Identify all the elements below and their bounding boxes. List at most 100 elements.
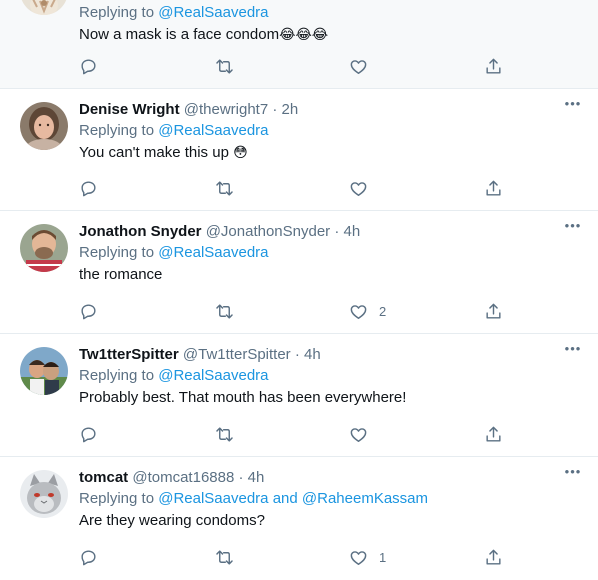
separator-dot: · — [272, 101, 278, 118]
like-button[interactable] — [349, 56, 379, 76]
tweet-actions — [79, 56, 509, 76]
share-button[interactable] — [484, 301, 503, 321]
timestamp[interactable]: 4h — [344, 223, 361, 240]
separator-dot: · — [294, 346, 300, 363]
tweet-text: the romance — [79, 266, 163, 283]
like-button[interactable]: 1 — [349, 547, 386, 567]
replying-and: and — [272, 490, 298, 507]
reply-icon — [81, 303, 96, 319]
share-button[interactable] — [484, 56, 503, 76]
like-icon — [350, 550, 367, 565]
tweet-actions — [79, 424, 509, 444]
display-name[interactable]: Tw1tterSpitter — [79, 346, 179, 363]
retweet-icon — [216, 58, 233, 74]
tweet-actions: 2 — [79, 301, 509, 321]
tweet-text: Are they wearing condoms? — [79, 512, 265, 529]
reply-tweet[interactable]: Replying to @RealSaavedra Now a mask is … — [0, 0, 598, 89]
like-count: 2 — [379, 303, 387, 319]
replying-to: Replying to @RealSaavedra — [79, 244, 269, 261]
like-button[interactable]: 2 — [349, 301, 386, 321]
tweet-actions — [79, 178, 509, 198]
display-name[interactable]: tomcat — [79, 469, 128, 486]
like-button[interactable] — [349, 424, 379, 444]
display-name[interactable]: Denise Wright — [79, 101, 180, 118]
retweet-button[interactable] — [215, 301, 234, 321]
share-icon — [486, 180, 501, 196]
avatar[interactable] — [20, 347, 68, 395]
more-options-icon[interactable]: ••• — [563, 97, 583, 110]
retweet-icon — [216, 180, 233, 196]
reply-tweet[interactable]: Tw1tterSpitter @Tw1tterSpitter · 4h Repl… — [0, 334, 598, 457]
replying-to: Replying to @RealSaavedra — [79, 4, 269, 21]
user-handle[interactable]: @tomcat16888 — [132, 469, 234, 486]
avatar[interactable] — [20, 224, 68, 272]
tweet-header: Jonathon Snyder @JonathonSnyder · 4h — [79, 222, 568, 242]
like-icon — [350, 59, 367, 74]
retweet-button[interactable] — [215, 56, 234, 76]
tweet-header: tomcat @tomcat16888 · 4h — [79, 468, 568, 488]
share-button[interactable] — [484, 547, 503, 567]
tweet-text: Probably best. That mouth has been every… — [79, 389, 407, 406]
timestamp[interactable]: 2h — [282, 101, 299, 118]
retweet-button[interactable] — [215, 178, 234, 198]
share-icon — [486, 426, 501, 442]
mention-link[interactable]: @RealSaavedra — [158, 122, 268, 139]
reply-icon — [81, 426, 96, 442]
separator-dot: · — [238, 469, 244, 486]
like-count: 1 — [379, 549, 387, 565]
more-options-icon[interactable]: ••• — [563, 219, 583, 232]
timestamp[interactable]: 4h — [248, 469, 265, 486]
retweet-icon — [216, 549, 233, 565]
display-name[interactable]: Jonathon Snyder — [79, 223, 202, 240]
retweet-icon — [216, 303, 233, 319]
tweet-header: Tw1tterSpitter @Tw1tterSpitter · 4h — [79, 345, 568, 365]
more-options-icon[interactable]: ••• — [563, 342, 583, 355]
retweet-icon — [216, 426, 233, 442]
share-icon — [486, 303, 501, 319]
separator-dot: · — [334, 223, 340, 240]
avatar[interactable] — [20, 102, 68, 150]
mention-link[interactable]: @RealSaavedra — [158, 367, 268, 384]
reply-tweet[interactable]: tomcat @tomcat16888 · 4h Replying to @Re… — [0, 457, 598, 580]
avatar[interactable] — [20, 470, 68, 518]
share-button[interactable] — [484, 424, 503, 444]
share-button[interactable] — [484, 178, 503, 198]
more-options-icon[interactable]: ••• — [563, 465, 583, 478]
reply-button[interactable] — [79, 547, 98, 567]
replies-feed: Replying to @RealSaavedra Now a mask is … — [0, 0, 598, 580]
user-handle[interactable]: @thewright7 — [184, 101, 268, 118]
reply-icon — [81, 549, 96, 565]
tweet-actions: 1 — [79, 547, 509, 567]
reply-button[interactable] — [79, 301, 98, 321]
reply-button[interactable] — [79, 56, 98, 76]
user-handle[interactable]: @Tw1tterSpitter — [183, 346, 291, 363]
reply-icon — [81, 180, 96, 196]
replying-to: Replying to @RealSaavedra — [79, 367, 269, 384]
tweet-text: You can't make this up 😳 — [79, 144, 248, 161]
replying-to: Replying to @RealSaavedra and @RaheemKas… — [79, 490, 428, 507]
tweet-text: Now a mask is a face condom😂😂😂 — [79, 26, 329, 43]
mention-link[interactable]: @RealSaavedra — [158, 490, 268, 507]
retweet-button[interactable] — [215, 424, 234, 444]
retweet-button[interactable] — [215, 547, 234, 567]
user-handle[interactable]: @JonathonSnyder — [206, 223, 330, 240]
reply-tweet[interactable]: Denise Wright @thewright7 · 2h Replying … — [0, 89, 598, 211]
reply-tweet[interactable]: Jonathon Snyder @JonathonSnyder · 4h Rep… — [0, 211, 598, 334]
share-icon — [486, 58, 501, 74]
like-icon — [350, 427, 367, 442]
like-icon — [350, 181, 367, 196]
share-icon — [486, 549, 501, 565]
like-icon — [350, 304, 367, 319]
reply-button[interactable] — [79, 424, 98, 444]
like-button[interactable] — [349, 178, 379, 198]
mention-link[interactable]: @RealSaavedra — [158, 4, 268, 21]
mention-link[interactable]: @RaheemKassam — [302, 490, 428, 507]
avatar[interactable] — [20, 0, 68, 15]
timestamp[interactable]: 4h — [304, 346, 321, 363]
reply-button[interactable] — [79, 178, 98, 198]
replying-to: Replying to @RealSaavedra — [79, 122, 269, 139]
mention-link[interactable]: @RealSaavedra — [158, 244, 268, 261]
tweet-emoji: 😂😂😂 — [279, 27, 329, 43]
tweet-emoji: 😳 — [233, 145, 248, 161]
reply-icon — [81, 58, 96, 74]
